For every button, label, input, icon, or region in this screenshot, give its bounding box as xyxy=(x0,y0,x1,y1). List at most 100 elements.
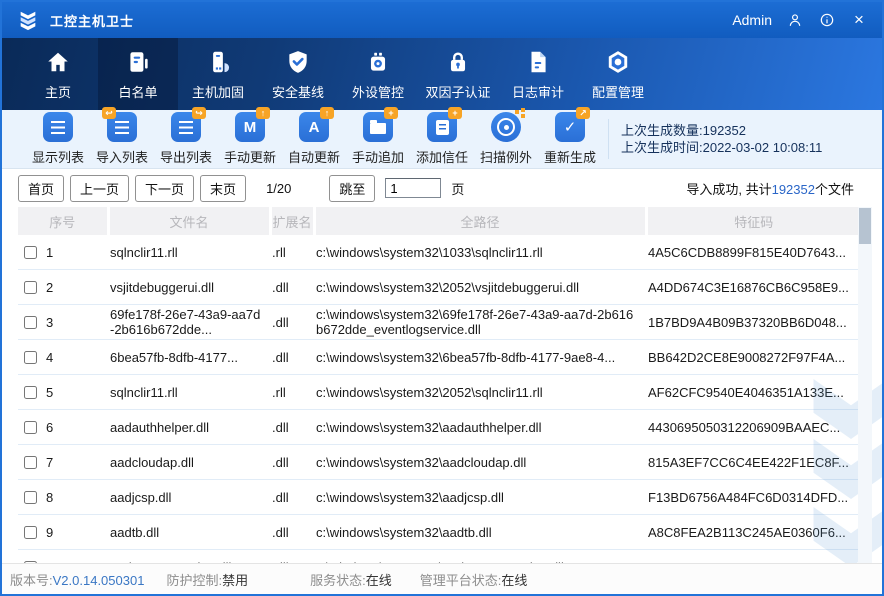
row-checkbox[interactable] xyxy=(24,491,37,504)
row-index: 2 xyxy=(46,280,53,295)
toolbar-manual-update-button[interactable]: M ↑ 手动更新 xyxy=(218,112,282,166)
table-row[interactable]: 5 sqlnclir11.rll .rll c:\windows\system3… xyxy=(18,375,860,410)
cell-filename: 69fe178f-26e7-43a9-aa7d-2b616b672dde... xyxy=(108,305,270,340)
nav-item-host-hardening[interactable]: 主机加固 xyxy=(178,38,258,110)
cell-path: c:\windows\system32\aadcloudap.dll xyxy=(314,445,646,480)
toolbar-export-list-button[interactable]: ↪ 导出列表 xyxy=(154,112,218,166)
whitelist-table: 序号 文件名 扩展名 全路径 特征码 1 sqlnclir11.rll .rll… xyxy=(18,207,860,563)
table-row[interactable]: 9 aadtb.dll .dll c:\windows\system32\aad… xyxy=(18,515,860,550)
up-arrow-badge-icon: ↑ xyxy=(320,107,334,119)
scrollbar-thumb[interactable] xyxy=(859,208,871,244)
table-row[interactable]: 3 69fe178f-26e7-43a9-aa7d-2b616b672dde..… xyxy=(18,305,860,340)
row-checkbox[interactable] xyxy=(24,561,37,564)
cell-hash: 1B7BD9A4B09B37320BB6D048... xyxy=(646,305,860,340)
jump-to-button[interactable]: 跳至 xyxy=(329,175,375,202)
platform-status: 管理平台状态:在线 xyxy=(420,570,528,589)
cell-filename: sqlnclir11.rll xyxy=(108,235,270,270)
cell-ext: .rll xyxy=(270,375,314,410)
nav-item-label: 主页 xyxy=(45,82,71,101)
cell-hash: AF62CFC9540E4046351A133E... xyxy=(646,375,860,410)
cell-hash: 815A3EF7CC6C4EE422F1EC8F... xyxy=(646,445,860,480)
toolbar-import-list-button[interactable]: ↩ 导入列表 xyxy=(90,112,154,166)
home-icon xyxy=(45,48,71,76)
close-icon[interactable]: × xyxy=(850,11,868,29)
nav-item-log-audit[interactable]: 日志审计 xyxy=(498,38,578,110)
file-count: 192352 xyxy=(772,182,815,197)
cell-hash: F13BD6756A484FC6D0314DFD... xyxy=(646,480,860,515)
cell-ext: .dll xyxy=(270,550,314,564)
row-checkbox[interactable] xyxy=(24,281,37,294)
table-row[interactable]: 8 aadjcsp.dll .dll c:\windows\system32\a… xyxy=(18,480,860,515)
nav-item-label: 外设管控 xyxy=(352,82,404,101)
row-index: 5 xyxy=(46,385,53,400)
cell-ext: .dll xyxy=(270,305,314,340)
toolbar-auto-update-button[interactable]: A ↑ 自动更新 xyxy=(282,112,346,166)
toolbar-regenerate-button[interactable]: ✓ ↗ 重新生成 xyxy=(538,112,602,166)
plus-badge-icon: + xyxy=(384,107,398,119)
row-checkbox[interactable] xyxy=(24,316,37,329)
nav-item-peripheral-control[interactable]: 外设管控 xyxy=(338,38,418,110)
toolbar-scan-exception-button[interactable]: 扫描例外 xyxy=(474,112,538,166)
current-user[interactable]: Admin xyxy=(732,12,772,28)
app-window: 工控主机卫士 Admin × 主页 xyxy=(0,0,884,596)
table-row[interactable]: 7 aadcloudap.dll .dll c:\windows\system3… xyxy=(18,445,860,480)
row-checkbox[interactable] xyxy=(24,456,37,469)
doc-add-icon: + xyxy=(427,112,457,142)
nav-item-home[interactable]: 主页 xyxy=(18,38,98,110)
usb-device-icon xyxy=(365,48,391,76)
table-row[interactable]: 6 aadauthhelper.dll .dll c:\windows\syst… xyxy=(18,410,860,445)
table-header-row: 序号 文件名 扩展名 全路径 特征码 xyxy=(18,207,860,235)
toolbar-add-trust-button[interactable]: + 添加信任 xyxy=(410,112,474,166)
cell-path: c:\windows\system32\aadauthhelper.dll xyxy=(314,410,646,445)
row-index: 10 xyxy=(46,560,60,564)
manual-update-icon: M ↑ xyxy=(235,112,265,142)
pixels-badge-icon xyxy=(512,107,526,119)
table-scrollbar[interactable] xyxy=(858,207,872,563)
cell-hash: A8C8FEA2B113C245AE0360F6... xyxy=(646,515,860,550)
cell-filename: aadcloudap.dll xyxy=(108,445,270,480)
info-icon[interactable] xyxy=(818,11,836,29)
table-row[interactable]: 2 vsjitdebuggerui.dll .dll c:\windows\sy… xyxy=(18,270,860,305)
row-checkbox[interactable] xyxy=(24,246,37,259)
nav-item-config-management[interactable]: 配置管理 xyxy=(578,38,658,110)
first-page-button[interactable]: 首页 xyxy=(18,175,64,202)
table-row[interactable]: 10 aadwamextension.dll .dll c:\windows\s… xyxy=(18,550,860,564)
cell-hash: 29E08E16A1C3BD1095C371D1... xyxy=(646,550,860,564)
table-row[interactable]: 4 6bea57fb-8dfb-4177... .dll c:\windows\… xyxy=(18,340,860,375)
nav-item-whitelist[interactable]: 白名单 xyxy=(98,38,178,110)
nav-item-security-baseline[interactable]: 安全基线 xyxy=(258,38,338,110)
version-info: 版本号:V2.0.14.050301 xyxy=(10,570,144,589)
row-checkbox[interactable] xyxy=(24,421,37,434)
whitelist-icon xyxy=(125,48,151,76)
shield-check-icon xyxy=(285,48,311,76)
row-checkbox[interactable] xyxy=(24,351,37,364)
toolbar-divider xyxy=(608,119,609,159)
toolbar-manual-append-button[interactable]: + 手动追加 xyxy=(346,112,410,166)
nav-item-two-factor-auth[interactable]: 双因子认证 xyxy=(418,38,498,110)
row-index: 9 xyxy=(46,525,53,540)
toolbar-show-list-button[interactable]: 显示列表 xyxy=(26,112,90,166)
scan-target-icon xyxy=(491,112,521,142)
cell-ext: .dll xyxy=(270,340,314,375)
import-status: 导入成功, 共计192352个文件 xyxy=(686,179,854,198)
prev-page-button[interactable]: 上一页 xyxy=(70,175,129,202)
jump-page-input[interactable] xyxy=(385,178,441,198)
col-header-index: 序号 xyxy=(18,207,108,235)
table-row[interactable]: 1 sqlnclir11.rll .rll c:\windows\system3… xyxy=(18,235,860,270)
cell-filename: aadjcsp.dll xyxy=(108,480,270,515)
col-header-ext: 扩展名 xyxy=(270,207,314,235)
import-list-icon: ↩ xyxy=(107,112,137,142)
last-page-button[interactable]: 末页 xyxy=(200,175,246,202)
row-checkbox[interactable] xyxy=(24,386,37,399)
cell-path: c:\windows\system32\69fe178f-26e7-43a9-a… xyxy=(314,305,646,340)
row-checkbox[interactable] xyxy=(24,526,37,539)
cell-path: c:\windows\system32\aadwamextension.dll xyxy=(314,550,646,564)
next-page-button[interactable]: 下一页 xyxy=(135,175,194,202)
main-nav: 主页 白名单 主机加固 xyxy=(2,38,882,110)
whitelist-toolbar: 显示列表 ↩ 导入列表 ↪ 导出列表 M ↑ 手动更新 A ↑ 自动更新 + 手… xyxy=(2,110,882,169)
cell-path: c:\windows\system32\6bea57fb-8dfb-4177-9… xyxy=(314,340,646,375)
up-arrow-badge-icon: ↑ xyxy=(256,107,270,119)
cell-filename: aadtb.dll xyxy=(108,515,270,550)
folder-add-icon: + xyxy=(363,112,393,142)
user-icon[interactable] xyxy=(786,11,804,29)
